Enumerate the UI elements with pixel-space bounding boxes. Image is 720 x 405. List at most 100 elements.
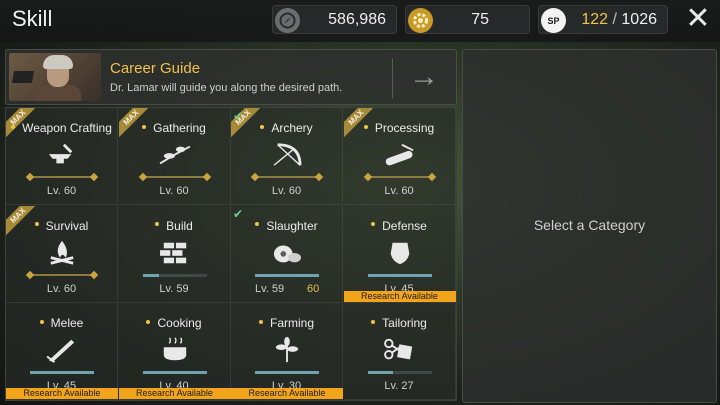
bow-icon [273,143,302,166]
progress-bar [367,273,432,277]
sp-label: SP [547,15,560,26]
skill-list-panel: Career Guide Dr. Lamar will guide you al… [3,47,458,403]
skill-level: Lv. 60 [384,185,414,197]
dot-icon [371,222,376,227]
career-guide-title: Career Guide [110,60,201,77]
divider [392,58,393,98]
coin-value: 586,986 [328,11,386,28]
sprout-icon [275,336,299,363]
skill-name: Slaughter [231,219,342,233]
skill-detail-panel: Select a Category [462,49,717,403]
skill-cell-gathering[interactable]: MAX Gathering Lv. 60 [118,108,231,205]
skill-name: Processing [344,121,455,135]
skill-cell-archery[interactable]: MAX ✔ Archery Lv. 60 [231,108,343,205]
skill-level: Lv. 60 [46,185,77,197]
dot-icon [11,124,16,129]
skill-cell-survival[interactable]: MAX Survival Lv. 60 [6,205,118,303]
skill-points[interactable]: SP 122 / 1026 [538,5,668,34]
career-guide-banner[interactable]: Career Guide Dr. Lamar will guide you al… [5,49,457,105]
blade-icon [46,339,75,363]
skill-cell-slaughter[interactable]: ✔ Slaughter Lv. 59 60 [231,205,343,303]
research-available-banner[interactable]: Research Available [343,290,456,302]
skill-name: Weapon Crafting [6,121,117,135]
career-guide-subtitle: Dr. Lamar will guide you along the desir… [110,82,343,94]
max-level-bar [367,176,432,178]
arrow-right-icon[interactable]: → [406,60,442,96]
sp-max: 1026 [621,11,657,28]
skill-cell-defense[interactable]: Defense Lv. 45 Research Available [343,205,456,303]
dr-lamar-portrait [9,53,101,101]
progress-bar [142,273,207,277]
dot-icon [255,222,260,227]
top-bar: Skill 586,986 75 SP 122 / 1026 ✕ [0,0,720,42]
progress-bar [142,371,207,374]
skill-name: Gathering [119,121,230,135]
meat-icon [273,245,301,262]
skill-cell-farming[interactable]: Farming Lv. 30 Research Available [231,303,343,400]
research-available-banner[interactable]: Research Available [6,388,118,399]
scissors-cloth-icon [383,338,412,360]
campfire-icon [50,240,74,265]
skill-name: Defense [344,219,455,233]
leaf-branch-icon [159,145,190,165]
close-button[interactable]: ✕ [682,4,714,36]
dot-icon [371,319,376,324]
dot-icon [39,319,44,324]
resource-coin[interactable]: 586,986 [272,5,397,34]
max-level-bar [142,176,207,178]
research-available-banner[interactable]: Research Available [231,388,343,399]
skill-level: Lv. 60 [271,185,302,197]
max-level-bar [30,176,94,178]
skill-cell-cooking[interactable]: Cooking Lv. 40 Research Available [118,303,231,400]
dot-icon [146,319,151,324]
skill-level: Lv. 59 [159,282,189,295]
dot-icon [363,124,368,129]
sp-current: 122 [581,11,609,28]
compass-coin-icon [275,8,300,33]
shield-icon [390,242,409,264]
skill-level: Lv. 60 [159,185,189,197]
anvil-hammer-icon [48,143,73,164]
skill-name: Cooking [119,316,230,330]
dot-icon [142,124,147,129]
skill-name: Survival [6,219,117,233]
sp-separator: / [612,11,617,28]
gear-token-icon [408,8,433,33]
skill-level: Lv. 59 60 [255,282,320,295]
skill-name: Archery [231,121,342,135]
skill-cell-weapon-crafting[interactable]: MAX Weapon Crafting Lv. 60 [6,108,118,205]
skill-cell-build[interactable]: Build Lv. 59 [118,205,231,303]
sp-icon: SP [541,8,566,33]
page-title: Skill [12,6,53,31]
bricks-icon [159,242,186,263]
dot-icon [258,319,263,324]
progress-bar [30,371,94,374]
skill-level: Lv. 27 [384,380,414,392]
dot-icon [260,124,265,129]
progress-bar [367,371,432,374]
select-category-message: Select a Category [533,217,646,233]
progress-bar [255,273,319,277]
skill-name: Melee [6,316,117,330]
skill-cell-tailoring[interactable]: Tailoring Lv. 27 [343,303,456,400]
token-value: 75 [471,11,489,28]
skill-name: Farming [231,316,342,330]
skill-cell-melee[interactable]: Melee Lv. 45 Research Available [6,303,118,400]
max-level-bar [30,273,94,276]
skill-cell-processing[interactable]: MAX Processing Lv. 60 [343,108,456,205]
close-icon: ✕ [685,2,711,35]
next-level: 60 [307,282,320,295]
resource-token[interactable]: 75 [405,5,530,34]
skill-name: Build [119,219,230,233]
sp-value: 122 / 1026 [581,11,657,29]
cooking-pot-icon [163,337,186,361]
skill-grid: MAX Weapon Crafting Lv. 60 MAX Gathering Lv. … [5,107,457,401]
dot-icon [34,222,39,227]
research-available-banner[interactable]: Research Available [118,388,231,399]
skill-level: Lv. 60 [46,282,77,295]
dot-icon [155,222,160,227]
max-level-bar [255,176,319,178]
progress-bar [255,371,319,374]
skill-name: Tailoring [344,316,455,330]
log-saw-icon [385,143,413,166]
